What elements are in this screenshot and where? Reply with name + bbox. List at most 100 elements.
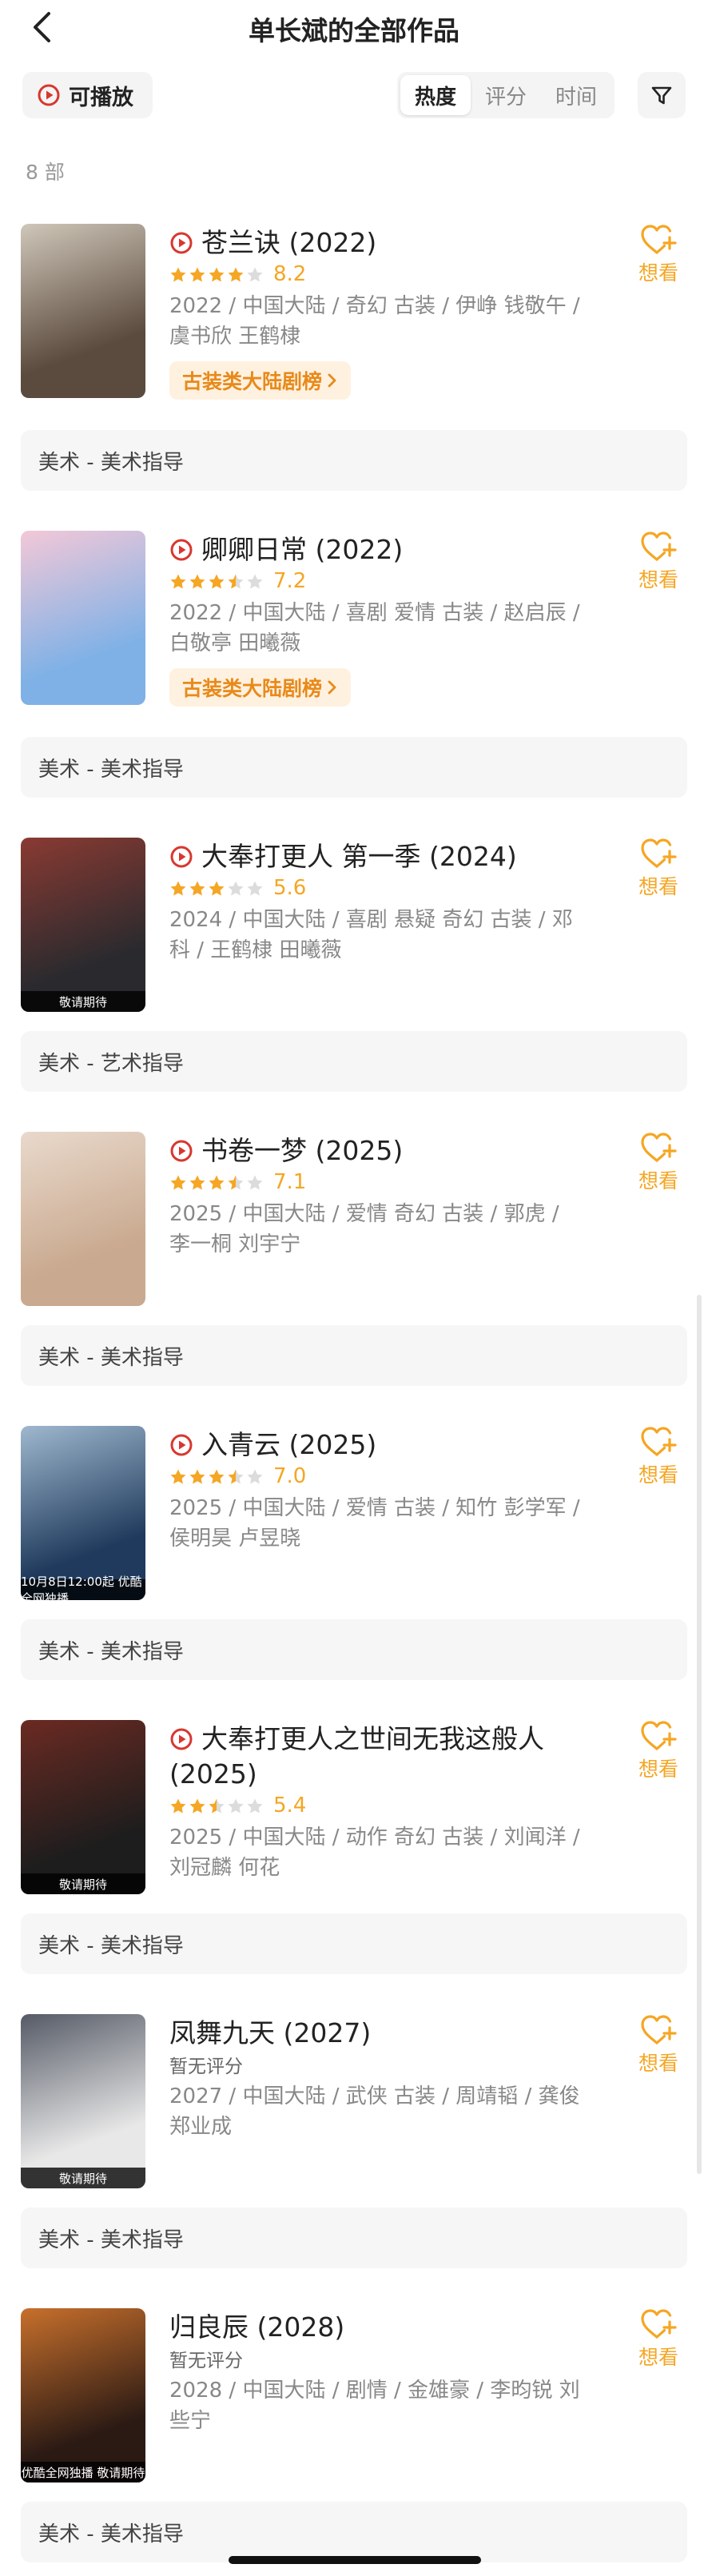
want-label: 想看 (638, 2052, 678, 2075)
home-indicator (229, 2556, 481, 2564)
playable-filter-button[interactable]: 可播放 (22, 72, 153, 118)
poster-image[interactable] (21, 224, 145, 398)
work-meta-line: 2025 / 中国大陆 / 爱情 古装 / 知竹 彭学军 / (169, 1496, 580, 1520)
work-meta-line: 2022 / 中国大陆 / 喜剧 爱情 古装 / 赵启辰 / (169, 601, 580, 625)
work-title-text: 凤舞九天 (2027) (169, 2017, 372, 2048)
work-info: 大奉打更人之世间无我这般人 (2025) 5.4 2025 / 中国大陆 / 动作 … (169, 1722, 601, 1883)
star-icon (247, 1469, 263, 1483)
work-meta-line: 2028 / 中国大陆 / 剧情 / 金雄豪 / 李昀锐 刘 (169, 2379, 580, 2403)
work-info: 凤舞九天 (2027) 暂无评分 2027 / 中国大陆 / 武侠 古装 / 周靖韬… (169, 2016, 601, 2142)
work-card[interactable]: 书卷一梦 (2025) 7.1 2025 / 中国大陆 / 爱情 奇幻 古装 / 郭… (0, 1132, 708, 1316)
filter-button[interactable] (638, 72, 686, 118)
star-icon (228, 1469, 244, 1483)
want-heart-icon (641, 838, 677, 868)
work-info: 苍兰诀 (2022) 8.2 2022 / 中国大陆 / 奇幻 古装 / 伊峥 钱敬… (169, 225, 601, 400)
sort-tab-rating[interactable]: 评分 (471, 75, 541, 115)
want-heart-icon (641, 225, 677, 254)
work-info: 大奉打更人 第一季 (2024) 5.6 2024 / 中国大陆 / 喜剧 悬疑 奇… (169, 839, 601, 966)
work-card[interactable]: 敬请期待 大奉打更人 第一季 (2024) 5.6 2024 / 中国大陆 / 喜剧 … (0, 838, 708, 1021)
playable-label: 可播放 (69, 85, 133, 110)
star-icon (170, 267, 186, 281)
star-icon (189, 267, 205, 281)
poster-image[interactable] (21, 1132, 145, 1306)
work-meta-line: 2025 / 中国大陆 / 爱情 奇幻 古装 / 郭虎 / (169, 1202, 559, 1226)
star-icon (247, 574, 263, 588)
work-title-text: 入青云 (2025) (201, 1429, 377, 1460)
rating-score: 7.2 (273, 569, 307, 593)
star-icon (189, 574, 205, 588)
poster-caption: 敬请期待 (21, 2168, 145, 2188)
want-to-watch-button[interactable]: 想看 (625, 224, 692, 286)
rating-row: 8.2 (169, 261, 601, 288)
work-title[interactable]: 苍兰诀 (2022) (169, 225, 601, 261)
want-to-watch-button[interactable]: 想看 (625, 1720, 692, 1782)
work-title[interactable]: 卿卿日常 (2022) (169, 532, 601, 567)
star-icon (209, 267, 225, 281)
poster-image[interactable] (21, 531, 145, 705)
work-card[interactable]: 敬请期待 凤舞九天 (2027) 暂无评分 2027 / 中国大陆 / 武侠 古装 /… (0, 2014, 708, 2198)
star-icon (189, 1469, 205, 1483)
poster-image[interactable]: 敬请期待 (21, 838, 145, 1012)
want-label: 想看 (638, 2346, 678, 2369)
sort-tab-hot[interactable]: 热度 (400, 75, 471, 115)
work-meta-line: 白敬亭 田曦薇 (169, 631, 301, 655)
role-bar: 美术 - 美术指导 (21, 430, 687, 491)
star-icon (209, 881, 225, 895)
work-card[interactable]: 苍兰诀 (2022) 8.2 2022 / 中国大陆 / 奇幻 古装 / 伊峥 钱敬… (0, 224, 708, 408)
want-label: 想看 (638, 875, 678, 898)
work-meta-line: 李一桐 刘宇宁 (169, 1232, 301, 1256)
work-meta-line: 2025 / 中国大陆 / 动作 奇幻 古装 / 刘闻洋 / (169, 1825, 580, 1849)
want-to-watch-button[interactable]: 想看 (625, 838, 692, 900)
rating-stars (169, 266, 264, 283)
work-meta-line: 2022 / 中国大陆 / 奇幻 古装 / 伊峥 钱敬午 / (169, 294, 580, 318)
work-title[interactable]: 大奉打更人 第一季 (2024) (169, 839, 601, 874)
rating-row: 7.0 (169, 1463, 601, 1490)
play-circle-icon (170, 1728, 193, 1750)
work-card[interactable]: 敬请期待 大奉打更人之世间无我这般人 (2025) 5.4 2025 / 中国大陆 /… (0, 1720, 708, 1904)
role-bar: 美术 - 美术指导 (21, 1913, 687, 1974)
role-bar: 美术 - 艺术指导 (21, 1031, 687, 1092)
work-title[interactable]: 书卷一梦 (2025) (169, 1133, 601, 1169)
rating-row: 暂无评分 (169, 2051, 601, 2078)
star-icon (170, 881, 186, 895)
star-icon (209, 1175, 225, 1189)
role-bar: 美术 - 美术指导 (21, 737, 687, 798)
rating-score: 5.4 (273, 1794, 307, 1818)
want-label: 想看 (638, 1758, 678, 1781)
want-to-watch-button[interactable]: 想看 (625, 2308, 692, 2371)
star-icon (247, 1798, 263, 1813)
rank-badge[interactable]: 古装类大陆剧榜 (169, 361, 352, 400)
poster-image[interactable]: 10月8日12:00起 优酷全网独播 (21, 1426, 145, 1600)
poster-image[interactable]: 优酷全网独播 敬请期待 (21, 2308, 145, 2482)
no-rating-label: 暂无评分 (169, 2351, 243, 2371)
work-title[interactable]: 入青云 (2025) (169, 1427, 601, 1463)
work-card[interactable]: 卿卿日常 (2022) 7.2 2022 / 中国大陆 / 喜剧 爱情 古装 / 赵… (0, 531, 708, 715)
role-bar: 美术 - 美术指导 (21, 2208, 687, 2268)
poster-image[interactable]: 敬请期待 (21, 1720, 145, 1894)
poster-image[interactable]: 敬请期待 (21, 2014, 145, 2188)
work-title[interactable]: 大奉打更人之世间无我这般人 (2025) (169, 1722, 601, 1792)
work-title[interactable]: 凤舞九天 (2027) (169, 2016, 601, 2051)
work-meta: 2024 / 中国大陆 / 喜剧 悬疑 奇幻 古装 / 邓科 / 王鹤棣 田曦薇 (169, 905, 601, 966)
star-icon (189, 1175, 205, 1189)
rating-stars (169, 573, 264, 590)
want-heart-icon (641, 1721, 677, 1750)
star-icon (170, 1469, 186, 1483)
want-label: 想看 (638, 1463, 678, 1487)
star-icon (170, 574, 186, 588)
want-to-watch-button[interactable]: 想看 (625, 1132, 692, 1194)
work-card[interactable]: 优酷全网独播 敬请期待 归良辰 (2028) 暂无评分 2028 / 中国大陆 / 剧… (0, 2308, 708, 2492)
play-circle-icon (170, 539, 193, 561)
star-icon (170, 1798, 186, 1813)
work-title-text: 书卷一梦 (2025) (201, 1135, 404, 1166)
work-title[interactable]: 归良辰 (2028) (169, 2310, 601, 2345)
chevron-right-icon (328, 373, 336, 388)
want-to-watch-button[interactable]: 想看 (625, 531, 692, 593)
want-to-watch-button[interactable]: 想看 (625, 2014, 692, 2076)
rank-badge[interactable]: 古装类大陆剧榜 (169, 668, 352, 707)
work-card[interactable]: 10月8日12:00起 优酷全网独播 入青云 (2025) 7.0 2025 / 中国… (0, 1426, 708, 1610)
want-to-watch-button[interactable]: 想看 (625, 1426, 692, 1488)
role-bar: 美术 - 美术指导 (21, 1619, 687, 1680)
scrollbar[interactable] (697, 1295, 702, 2174)
sort-tab-time[interactable]: 时间 (541, 75, 611, 115)
